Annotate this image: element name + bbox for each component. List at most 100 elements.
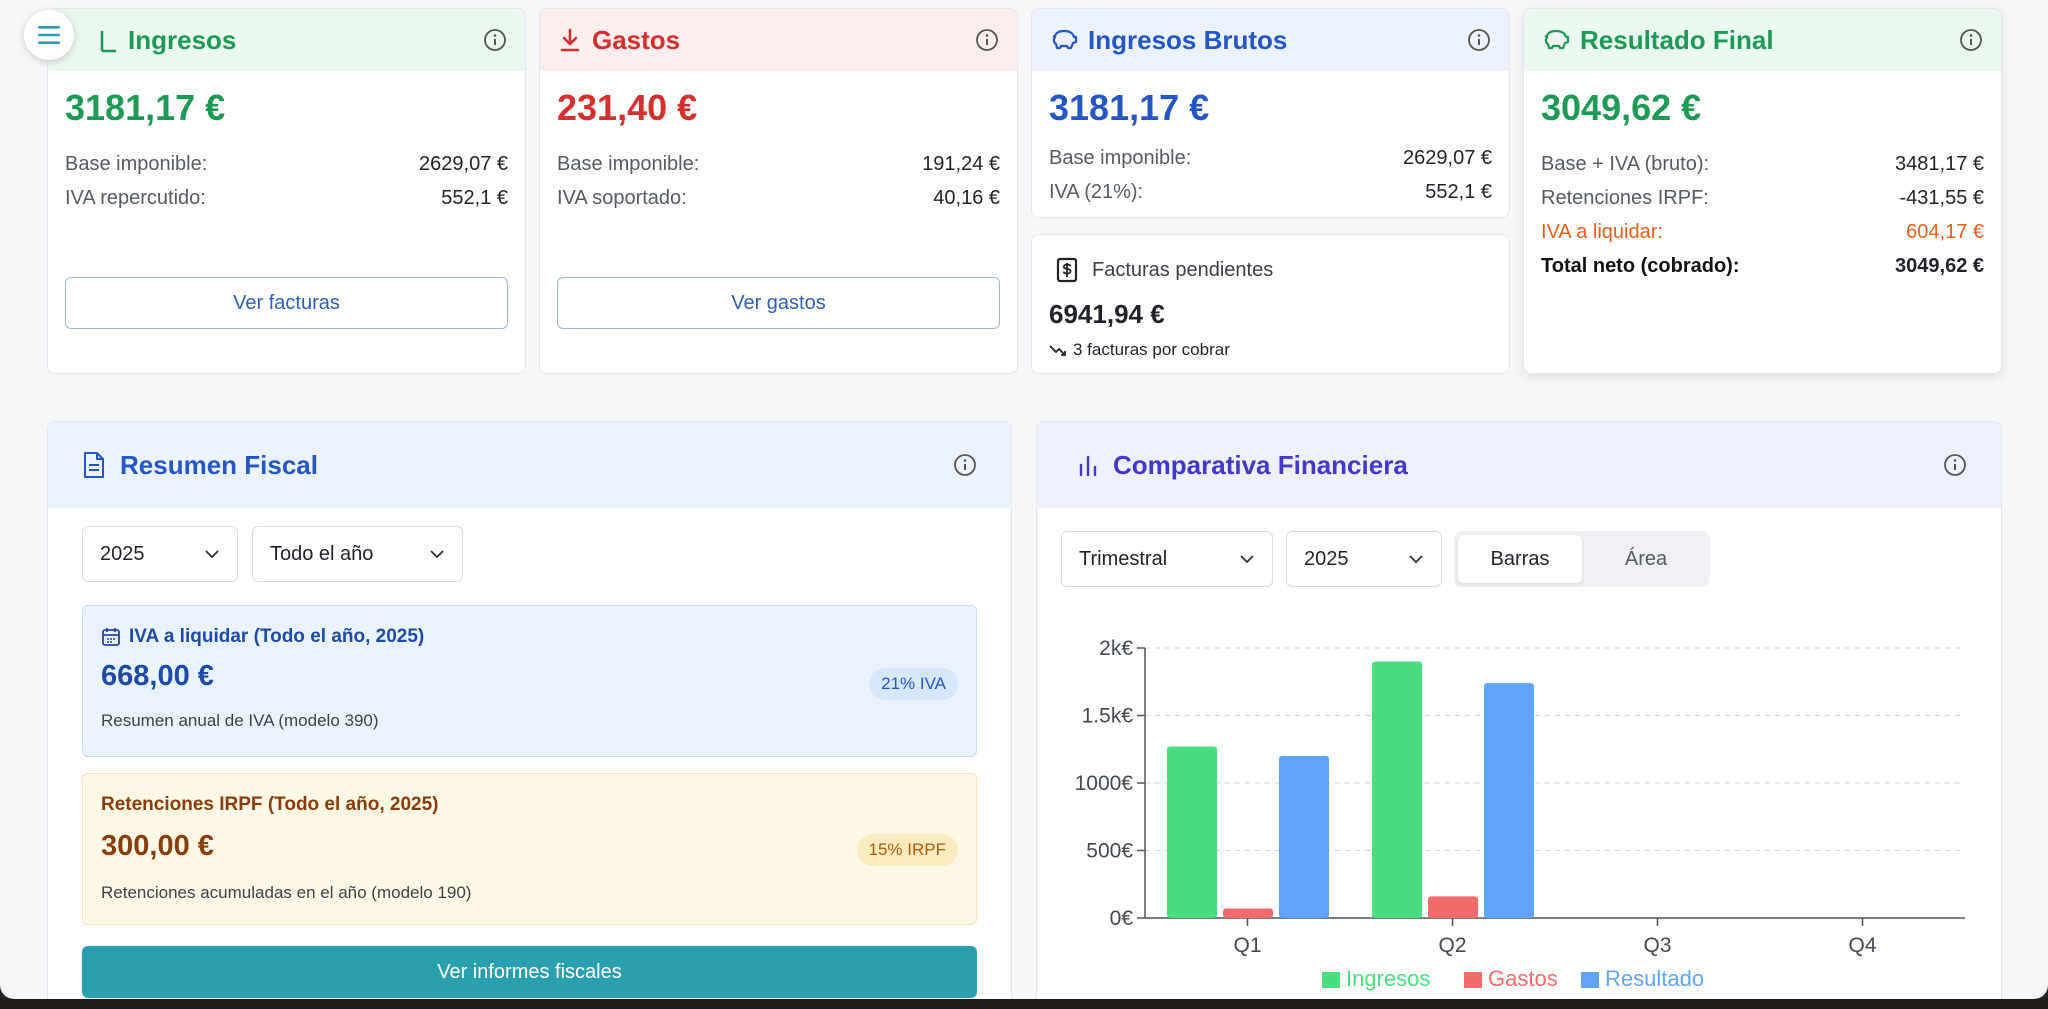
ver-informes-fiscales-button[interactable]: Ver informes fiscales [82,946,977,998]
irpf-title: Retenciones IRPF (Todo el año, 2025) [101,794,439,815]
x-tick-label: Q1 [1233,934,1261,957]
irpf-desc: Retenciones acumuladas en el año (modelo… [101,883,472,902]
gastos-card: Gastos 231,40 € Base imponible: 191,24 € … [539,8,1018,374]
info-icon[interactable] [1959,28,1983,52]
chart-type-toggle: Barras Área [1454,531,1710,587]
facturas-pendientes-card: Facturas pendientes 6941,94 € 3 facturas… [1031,234,1510,374]
y-tick-label: 2k€ [1099,637,1133,660]
ingresos-amount: 3181,17 € [65,87,226,128]
legend-swatch-ingresos [1322,972,1340,988]
resultado-row-total: Total neto (cobrado): 3049,62 € [1541,254,1984,277]
bar-resultado-q1 [1279,756,1329,918]
resumen-fiscal-panel: Resumen Fiscal 2025 Todo el año IVA a li… [47,421,1012,999]
legend-label-ingresos: Ingresos [1346,966,1430,991]
ingresos-row-base: Base imponible: 2629,07 € [65,152,508,175]
ingresos-brutos-header: Ingresos Brutos [1032,9,1509,71]
legend-swatch-gastos [1464,972,1482,988]
document-icon [84,452,104,478]
pendientes-note: 3 facturas por cobrar [1073,340,1230,359]
pendientes-title: Facturas pendientes [1092,258,1274,281]
ingresos-card: Ingresos 3181,17 € Base imponible: 2629,0… [47,8,526,374]
irpf-box: Retenciones IRPF (Todo el año, 2025) 300… [82,773,977,925]
irpf-amount: 300,00 € [101,830,214,862]
ingresos-card-header: Ingresos [48,9,525,71]
resultado-row-bruto: Base + IVA (bruto): 3481,17 € [1541,152,1984,175]
comparativa-year-select[interactable]: 2025 [1286,531,1442,587]
bar-chart: 0€ 500€ 1000€ 1.5k€ 2k€ Q1 Q2 Q3 Q4 Ingresos Gasto… [1075,637,1965,991]
piggy-bank-icon [1052,29,1078,50]
comparativa-financiera-panel: Comparativa Financiera Trimestral 2025 B… [1036,421,2002,999]
gastos-row-base: Base imponible: 191,24 € [557,152,1000,175]
y-tick-label: 0€ [1110,907,1134,930]
iva-liquidar-desc: Resumen anual de IVA (modelo 390) [101,711,379,730]
bar-ingresos-q2 [1372,661,1422,918]
info-icon[interactable] [1467,28,1491,52]
info-icon[interactable] [953,453,977,477]
piggy-bank-icon [1544,29,1570,50]
calendar-icon [102,628,120,646]
iva-liquidar-amount: 668,00 € [101,660,214,692]
period-select[interactable]: Todo el año [252,526,463,582]
info-icon[interactable] [483,28,507,52]
bar-resultado-q2 [1484,683,1534,918]
comparativa-header: Comparativa Financiera [1037,422,2001,508]
legend-label-resultado: Resultado [1605,966,1704,991]
chart-up-icon [100,31,116,53]
resumen-fiscal-title: Resumen Fiscal [120,449,318,480]
resumen-fiscal-header: Resumen Fiscal [48,422,1011,508]
gastos-amount: 231,40 € [557,87,698,128]
info-icon[interactable] [1943,453,1967,477]
resultado-final-title: Resultado Final [1580,24,1774,55]
info-icon[interactable] [975,28,999,52]
app-screen: Ingresos 3181,17 € Base imponible: 2629,0… [0,0,2048,999]
resultado-final-card: Resultado Final 3049,62 € Base + IVA (br… [1523,8,2002,374]
bar-gastos-q1 [1223,908,1273,918]
bar-ingresos-q1 [1167,746,1217,918]
ver-facturas-button[interactable]: Ver facturas [65,277,508,329]
year-select[interactable]: 2025 [82,526,238,582]
irpf-badge: 15% IRPF [856,834,958,866]
menu-button[interactable] [24,10,74,60]
legend-label-gastos: Gastos [1488,966,1558,991]
pendientes-amount: 6941,94 € [1049,299,1165,329]
iva-badge: 21% IVA [869,668,958,700]
resultado-final-amount: 3049,62 € [1541,87,1702,128]
iva-liquidar-title-row: IVA a liquidar (Todo el año, 2025) [83,606,976,648]
taskbar [0,999,2048,1009]
ingresos-row-iva: IVA repercutido: 552,1 € [65,186,508,209]
pendientes-note-row: 3 facturas por cobrar [1032,330,1509,360]
ingresos-brutos-title: Ingresos Brutos [1088,24,1288,55]
x-tick-label: Q3 [1643,934,1671,957]
legend-swatch-resultado [1581,972,1599,988]
bar-chart-icon [1079,455,1097,477]
ingresos-title: Ingresos [128,24,237,55]
resultado-row-retenciones: Retenciones IRPF: -431,55 € [1541,186,1984,209]
chevron-down-icon [1240,555,1254,564]
trend-down-icon [1049,345,1066,356]
chevron-down-icon [430,550,444,559]
resultado-row-iva: IVA a liquidar: 604,17 € [1541,220,1984,243]
comparativa-title: Comparativa Financiera [1113,449,1408,480]
y-tick-label: 500€ [1086,840,1133,863]
period-type-select[interactable]: Trimestral [1061,531,1273,587]
bar-gastos-q2 [1428,896,1478,918]
gastos-row-iva: IVA soportado: 40,16 € [557,186,1000,209]
brutos-row-base: Base imponible: 2629,07 € [1049,146,1492,169]
brutos-row-iva: IVA (21%): 552,1 € [1049,180,1492,203]
gastos-card-header: Gastos [540,9,1017,71]
gastos-title: Gastos [592,24,681,55]
arrow-down-icon [560,28,580,52]
toggle-area[interactable]: Área [1586,535,1706,583]
iva-liquidar-title: IVA a liquidar (Todo el año, 2025) [129,626,425,647]
ingresos-brutos-amount: 3181,17 € [1049,87,1210,128]
toggle-barras[interactable]: Barras [1458,535,1582,583]
x-tick-label: Q2 [1438,934,1466,957]
hamburger-icon [38,26,60,44]
ver-gastos-button[interactable]: Ver gastos [557,277,1000,329]
iva-liquidar-box: IVA a liquidar (Todo el año, 2025) 668,0… [82,605,977,757]
pendientes-header: Facturas pendientes [1032,235,1509,283]
chevron-down-icon [1409,555,1423,564]
y-tick-label: 1000€ [1075,772,1134,795]
resultado-final-header: Resultado Final [1524,9,2001,71]
x-tick-label: Q4 [1848,934,1876,957]
